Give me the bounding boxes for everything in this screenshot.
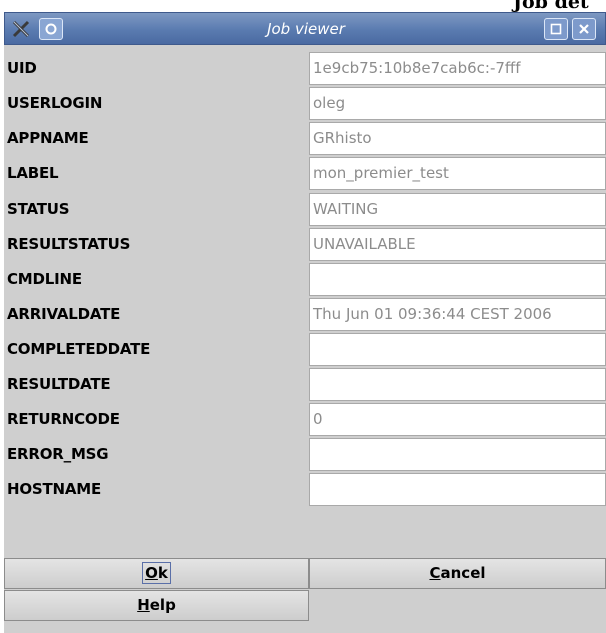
- cancel-mnemonic: C: [429, 564, 441, 582]
- field-label: HOSTNAME: [7, 480, 102, 498]
- field-row-completeddate: COMPLETEDDATE: [4, 332, 606, 367]
- help-label: elp: [149, 596, 176, 614]
- cancel-button[interactable]: Cancel: [309, 558, 606, 589]
- job-viewer-window: Job viewer UID 1e9cb75:10b8e7cab6c:-7fff…: [4, 12, 606, 633]
- close-icon[interactable]: [572, 18, 596, 40]
- title-bar[interactable]: Job viewer: [4, 12, 606, 45]
- field-value[interactable]: 0: [309, 403, 606, 436]
- field-label: LABEL: [7, 164, 59, 182]
- ok-button[interactable]: Ok: [4, 558, 309, 589]
- field-label: RESULTDATE: [7, 375, 111, 393]
- focus-indicator: Ok: [142, 562, 171, 584]
- field-label: USERLOGIN: [7, 94, 103, 112]
- field-value[interactable]: WAITING: [309, 193, 606, 226]
- field-value[interactable]: [309, 263, 606, 296]
- field-row-userlogin: USERLOGIN oleg: [4, 86, 606, 121]
- field-label: ERROR_MSG: [7, 445, 109, 463]
- help-button[interactable]: Help: [4, 590, 309, 621]
- field-value[interactable]: 1e9cb75:10b8e7cab6c:-7fff: [309, 52, 606, 85]
- field-row-resultstatus: RESULTSTATUS UNAVAILABLE: [4, 227, 606, 262]
- field-value[interactable]: [309, 473, 606, 506]
- field-row-label: LABEL mon_premier_test: [4, 156, 606, 191]
- field-value[interactable]: [309, 438, 606, 471]
- field-row-hostname: HOSTNAME: [4, 472, 606, 507]
- field-label: ARRIVALDATE: [7, 305, 121, 323]
- field-row-appname: APPNAME GRhisto: [4, 121, 606, 156]
- field-row-cmdline: CMDLINE: [4, 262, 606, 297]
- field-label: RESULTSTATUS: [7, 235, 131, 253]
- help-mnemonic: H: [137, 596, 150, 614]
- field-value[interactable]: Thu Jun 01 09:36:44 CEST 2006: [309, 298, 606, 331]
- field-row-error-msg: ERROR_MSG: [4, 437, 606, 472]
- field-label: STATUS: [7, 200, 70, 218]
- field-label: UID: [7, 59, 37, 77]
- field-value[interactable]: mon_premier_test: [309, 157, 606, 190]
- field-value[interactable]: [309, 333, 606, 366]
- field-label: RETURNCODE: [7, 410, 120, 428]
- field-label: CMDLINE: [7, 270, 82, 288]
- field-row-resultdate: RESULTDATE: [4, 367, 606, 402]
- field-value[interactable]: [309, 368, 606, 401]
- field-label: APPNAME: [7, 129, 89, 147]
- cancel-label: ancel: [440, 564, 486, 582]
- window-title: Job viewer: [267, 20, 345, 38]
- field-row-status: STATUS WAITING: [4, 192, 606, 227]
- field-value[interactable]: GRhisto: [309, 122, 606, 155]
- field-value[interactable]: UNAVAILABLE: [309, 228, 606, 261]
- field-value[interactable]: oleg: [309, 87, 606, 120]
- field-row-uid: UID 1e9cb75:10b8e7cab6c:-7fff: [4, 51, 606, 86]
- ok-label: k: [157, 564, 168, 582]
- maximize-icon[interactable]: [544, 18, 568, 40]
- ok-mnemonic: O: [145, 564, 158, 582]
- field-row-returncode: RETURNCODE 0: [4, 402, 606, 437]
- field-row-arrivaldate: ARRIVALDATE Thu Jun 01 09:36:44 CEST 200…: [4, 297, 606, 332]
- field-label: COMPLETEDDATE: [7, 340, 151, 358]
